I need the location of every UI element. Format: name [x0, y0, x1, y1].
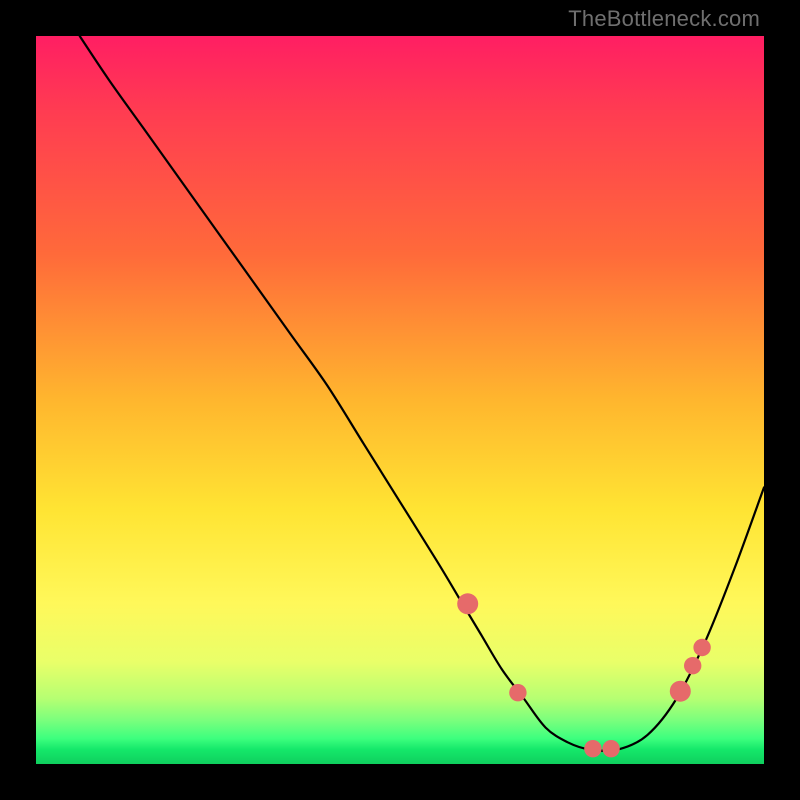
marker-dot — [693, 639, 710, 656]
marker-dot — [684, 657, 701, 674]
attribution-text: TheBottleneck.com — [568, 6, 760, 32]
chart-plot-area — [36, 36, 764, 764]
marker-pill — [451, 575, 462, 593]
marker-dot — [457, 593, 478, 614]
bottleneck-curve — [80, 36, 764, 751]
marker-dot — [584, 740, 601, 757]
marker-dot — [509, 684, 526, 701]
chart-frame — [36, 36, 764, 764]
marker-dot — [602, 740, 619, 757]
curve-markers — [451, 575, 715, 758]
chart-svg — [36, 36, 764, 764]
marker-dot — [670, 681, 691, 702]
